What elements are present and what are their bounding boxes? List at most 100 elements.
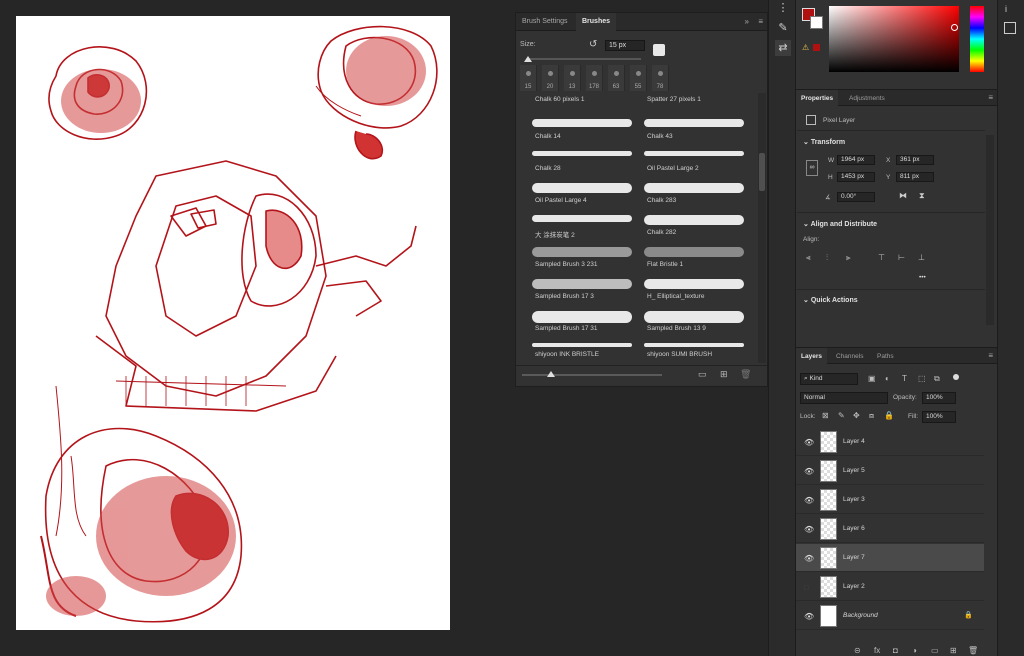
layer-row[interactable]: □ Layer 2 bbox=[796, 573, 984, 601]
collapse-icon[interactable]: » bbox=[745, 17, 749, 26]
group-folder-icon[interactable]: ▭ bbox=[931, 646, 939, 655]
align-middle-icon[interactable]: ⊢ bbox=[898, 253, 905, 262]
visibility-toggle-off-icon[interactable]: □ bbox=[804, 583, 809, 592]
tab-properties[interactable]: Properties bbox=[796, 90, 839, 107]
thumbnail-size-slider[interactable] bbox=[522, 374, 662, 376]
filter-type-icon[interactable]: T bbox=[902, 374, 907, 383]
brush-item[interactable]: 大 涂抹炭笔 2 bbox=[528, 211, 636, 243]
visibility-eye-icon[interactable]: 👁 bbox=[804, 612, 814, 621]
brush-item[interactable]: Sampled Brush 17 3 bbox=[528, 275, 636, 307]
color-picker-field[interactable] bbox=[829, 6, 959, 72]
tab-adjustments[interactable]: Adjustments bbox=[844, 90, 890, 107]
brush-size-slider[interactable] bbox=[526, 58, 641, 60]
brush-item[interactable]: Oil Pastel Large 4 bbox=[528, 179, 636, 211]
canvas[interactable] bbox=[16, 16, 450, 630]
background-color-swatch[interactable] bbox=[810, 16, 823, 29]
visibility-eye-icon[interactable]: 👁 bbox=[804, 496, 814, 505]
recent-preset[interactable]: 15 bbox=[520, 65, 537, 91]
layer-row[interactable]: 👁 Layer 5 bbox=[796, 457, 984, 485]
x-field[interactable]: 361 px bbox=[896, 155, 934, 165]
color-picker-cursor[interactable] bbox=[951, 24, 958, 31]
brush-item[interactable]: Sampled Brush 3 231 bbox=[528, 243, 636, 275]
align-section-title[interactable]: ⌄ Align and Distribute bbox=[803, 220, 877, 228]
brush-item[interactable]: Sampled Brush 13 9 bbox=[640, 307, 748, 339]
recent-preset[interactable]: 55 bbox=[630, 65, 647, 91]
fx-icon[interactable]: fx bbox=[874, 646, 880, 655]
thumbnail-size-knob[interactable] bbox=[547, 371, 555, 377]
link-layers-icon[interactable]: ⊝ bbox=[854, 646, 861, 655]
y-field[interactable]: 811 px bbox=[896, 172, 934, 182]
new-layer-icon[interactable]: ⊞ bbox=[950, 646, 957, 655]
tab-brush-settings[interactable]: Brush Settings bbox=[516, 13, 574, 31]
folder-icon[interactable]: ▭ bbox=[698, 369, 707, 380]
visibility-eye-icon[interactable]: 👁 bbox=[804, 438, 814, 447]
gamut-color-swatch[interactable] bbox=[813, 44, 820, 51]
tab-paths[interactable]: Paths bbox=[872, 348, 899, 365]
filter-toggle-icon[interactable] bbox=[953, 374, 959, 380]
layer-filter-select[interactable]: ⌕ Kind bbox=[800, 373, 858, 385]
delete-layer-icon[interactable]: 🗑 bbox=[968, 646, 978, 655]
quick-actions-title[interactable]: ⌄ Quick Actions bbox=[803, 296, 858, 304]
lock-transparent-icon[interactable]: ⊠ bbox=[822, 411, 829, 420]
delete-brush-icon[interactable]: 🗑 bbox=[740, 369, 751, 380]
recent-preset[interactable]: 20 bbox=[542, 65, 559, 91]
visibility-eye-icon[interactable]: 👁 bbox=[804, 467, 814, 476]
history-icon[interactable]: ⋮ bbox=[775, 0, 791, 16]
angle-field[interactable]: 0.00° bbox=[837, 192, 875, 202]
recent-preset[interactable]: 13 bbox=[564, 65, 581, 91]
filter-adjustment-icon[interactable]: ◐ bbox=[885, 374, 890, 383]
brush-item[interactable]: shiyoon INK BRISTLE bbox=[528, 339, 636, 363]
fill-field[interactable]: 100% bbox=[922, 411, 956, 423]
brush-list-scroll-thumb[interactable] bbox=[759, 153, 765, 191]
lock-all-icon[interactable]: 🔒 bbox=[884, 411, 894, 420]
brush-item[interactable]: Chalk 14 bbox=[528, 115, 636, 147]
align-center-icon[interactable]: ⫶ bbox=[826, 253, 828, 263]
recent-preset[interactable]: 178 bbox=[586, 65, 603, 91]
blend-mode-select[interactable]: Normal bbox=[800, 392, 888, 404]
transform-section-title[interactable]: ⌄ Transform bbox=[803, 138, 845, 146]
flip-horizontal-icon[interactable]: ⧓ bbox=[899, 191, 907, 200]
width-field[interactable]: 1964 px bbox=[837, 155, 875, 165]
hue-slider[interactable] bbox=[970, 6, 984, 72]
brush-item[interactable]: Flat Bristle 1 bbox=[640, 243, 748, 275]
gamut-warning-icon[interactable]: ⚠ bbox=[802, 43, 809, 52]
brush-size-input[interactable]: 15 px bbox=[605, 40, 645, 51]
brush-item[interactable]: H_ Elliptical_texture bbox=[640, 275, 748, 307]
tab-brushes[interactable]: Brushes bbox=[576, 13, 617, 31]
opacity-field[interactable]: 100% bbox=[922, 392, 956, 404]
panel-menu-icon[interactable]: ≡ bbox=[758, 17, 763, 26]
align-bottom-icon[interactable]: ⊥ bbox=[918, 253, 925, 262]
layers-menu-icon[interactable]: ≡ bbox=[988, 351, 993, 360]
tab-layers[interactable]: Layers bbox=[796, 348, 827, 365]
layer-row[interactable]: 👁 Layer 3 bbox=[796, 486, 984, 514]
tab-channels[interactable]: Channels bbox=[831, 348, 868, 365]
properties-scrollbar[interactable] bbox=[986, 135, 994, 325]
lock-image-icon[interactable]: ✎ bbox=[838, 411, 845, 420]
brush-item[interactable]: shiyoon SUMI BRUSH bbox=[640, 339, 748, 363]
brush-preset-toggle-icon[interactable] bbox=[653, 44, 665, 56]
filter-pixel-icon[interactable]: ▣ bbox=[868, 374, 876, 383]
align-top-icon[interactable]: ⊤ bbox=[878, 253, 885, 262]
brush-tool-icon[interactable]: ✎ bbox=[775, 20, 791, 36]
more-options-button[interactable]: ••• bbox=[919, 274, 926, 281]
align-left-icon[interactable]: ⫷ bbox=[806, 253, 811, 263]
flip-vertical-icon[interactable]: ⧗ bbox=[919, 191, 925, 201]
height-field[interactable]: 1453 px bbox=[837, 172, 875, 182]
adjustment-layer-icon[interactable]: ◑ bbox=[912, 646, 917, 655]
reset-size-icon[interactable]: ↺ bbox=[589, 39, 597, 50]
visibility-eye-icon[interactable]: 👁 bbox=[804, 525, 814, 534]
recent-preset[interactable]: 78 bbox=[652, 65, 669, 91]
add-mask-icon[interactable]: ◘ bbox=[893, 646, 898, 655]
brush-item[interactable]: Chalk 28 bbox=[528, 147, 636, 179]
filter-smart-object-icon[interactable]: ⧉ bbox=[934, 374, 940, 384]
layer-row[interactable]: 👁 Layer 4 bbox=[796, 428, 984, 456]
align-right-icon[interactable]: ⫸ bbox=[846, 253, 851, 263]
lock-position-icon[interactable]: ✥ bbox=[853, 411, 860, 420]
lock-artboard-icon[interactable]: ⧈ bbox=[869, 411, 874, 421]
brush-item[interactable]: Chalk 283 bbox=[640, 179, 748, 211]
visibility-eye-icon[interactable]: 👁 bbox=[804, 554, 814, 563]
filter-shape-icon[interactable]: ⬚ bbox=[918, 374, 926, 383]
layer-row[interactable]: 👁 Background 🔒 bbox=[796, 602, 984, 630]
brush-item[interactable]: Chalk 282 bbox=[640, 211, 748, 243]
new-brush-icon[interactable]: ⊞ bbox=[720, 369, 728, 380]
